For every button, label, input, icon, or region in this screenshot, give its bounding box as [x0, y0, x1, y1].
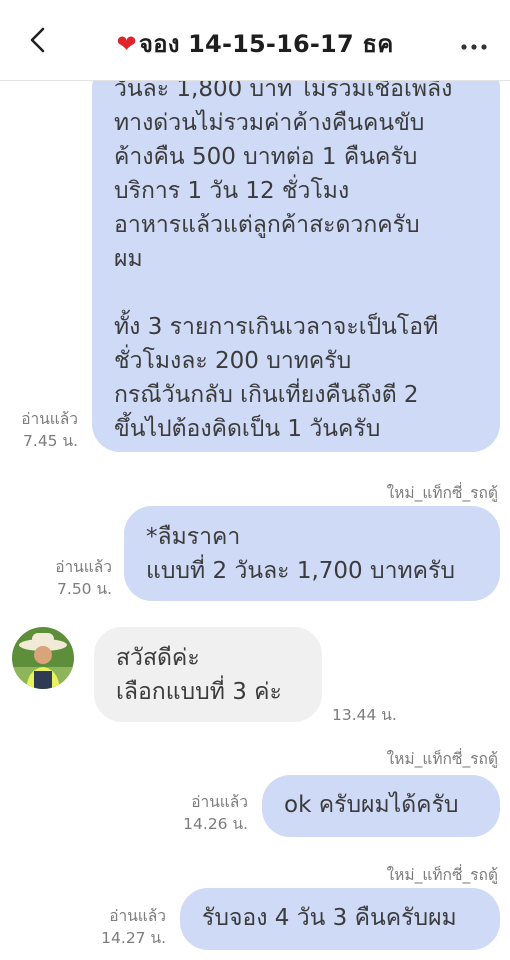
sender-name: ใหม่_แท็กซี่_รถตู้ [386, 750, 498, 768]
message-bubble-outgoing[interactable]: *ลืมราคา แบบที่ 2 วันละ 1,700 บาทครับ [124, 506, 500, 601]
heart-icon: ❤ [116, 30, 137, 58]
more-horizontal-icon[interactable] [460, 36, 488, 50]
message-bubble-incoming[interactable]: สวัสดีค่ะ เลือกแบบที่ 3 ค่ะ [94, 627, 322, 722]
read-receipt: อ่านแล้ว [55, 558, 112, 576]
message-time: 13.44 น. [332, 706, 397, 724]
avatar-photo [12, 627, 74, 689]
message-status: อ่านแล้ว 14.27 น. [101, 905, 166, 949]
message-bubble-outgoing[interactable]: ok ครับผมได้ครับ [262, 775, 500, 837]
message-time: 7.50 น. [57, 580, 112, 598]
message-bubble-outgoing[interactable]: รับจอง 4 วัน 3 คืนครับผม [180, 888, 500, 950]
read-receipt: อ่านแล้ว [191, 793, 248, 811]
contact-avatar[interactable] [12, 627, 74, 689]
message-time: 14.26 น. [183, 815, 248, 833]
chat-header: ❤จอง 14-15-16-17 ธค [0, 0, 510, 81]
message-status: อ่านแล้ว 14.26 น. [183, 791, 248, 835]
read-receipt: อ่านแล้ว [109, 907, 166, 925]
chat-title: ❤จอง 14-15-16-17 ธค [0, 24, 510, 63]
chat-area: วันละ 1,800 บาท ไม่รวมเชื้อเพลิง ทางด่วน… [0, 0, 510, 960]
chat-title-text: จอง 14-15-16-17 ธค [138, 30, 394, 58]
message-bubble-outgoing[interactable]: วันละ 1,800 บาท ไม่รวมเชื้อเพลิง ทางด่วน… [92, 60, 500, 452]
read-receipt: อ่านแล้ว [21, 410, 78, 428]
message-status: อ่านแล้ว 7.50 น. [55, 556, 112, 600]
message-status: อ่านแล้ว 7.45 น. [21, 408, 78, 452]
message-time: 14.27 น. [101, 929, 166, 947]
message-time: 7.45 น. [23, 432, 78, 450]
sender-name: ใหม่_แท็กซี่_รถตู้ [386, 866, 498, 884]
sender-name: ใหม่_แท็กซี่_รถตู้ [386, 484, 498, 502]
